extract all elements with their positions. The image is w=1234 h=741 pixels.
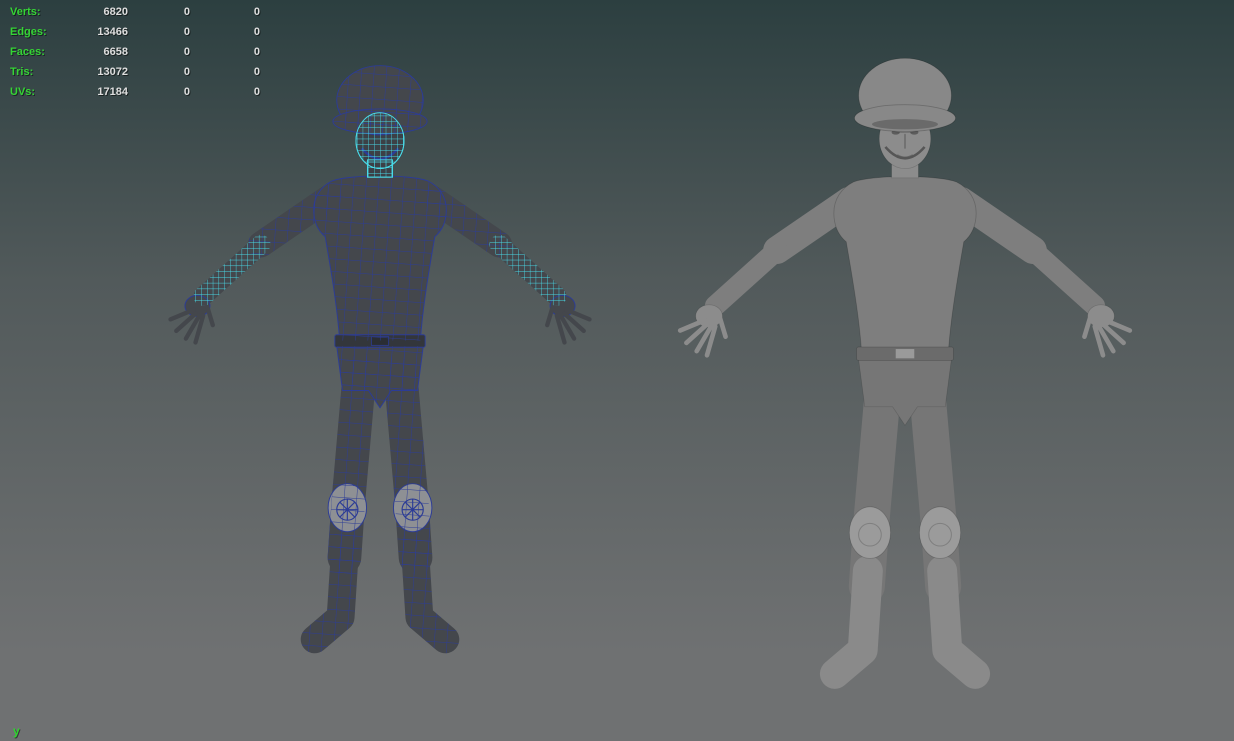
- axis-gizmo: y: [13, 724, 20, 738]
- soldier-wireframe-figure: [135, 58, 625, 673]
- hud-value: 0: [128, 2, 190, 22]
- hud-label: Faces:: [10, 42, 70, 62]
- hud-label: Verts:: [10, 2, 70, 22]
- model-soldier-wireframe[interactable]: [135, 58, 625, 673]
- hud-value: 13072: [70, 62, 128, 82]
- soldier-shaded-figure: [625, 50, 1185, 710]
- hud-value: 13466: [70, 22, 128, 42]
- hud-label: UVs:: [10, 82, 70, 102]
- hud-value: 0: [190, 22, 260, 42]
- hud-value: 0: [190, 2, 260, 22]
- model-soldier-shaded[interactable]: [625, 50, 1185, 710]
- viewport-3d[interactable]: Verts: 6820 0 0 Edges: 13466 0 0 Faces: …: [0, 0, 1234, 741]
- hud-value: 17184: [70, 82, 128, 102]
- hud-label: Tris:: [10, 62, 70, 82]
- hud-label: Edges:: [10, 22, 70, 42]
- hud-value: 6820: [70, 2, 128, 22]
- axis-y-label: y: [13, 724, 20, 738]
- hud-value: 0: [128, 22, 190, 42]
- hud-value: 6658: [70, 42, 128, 62]
